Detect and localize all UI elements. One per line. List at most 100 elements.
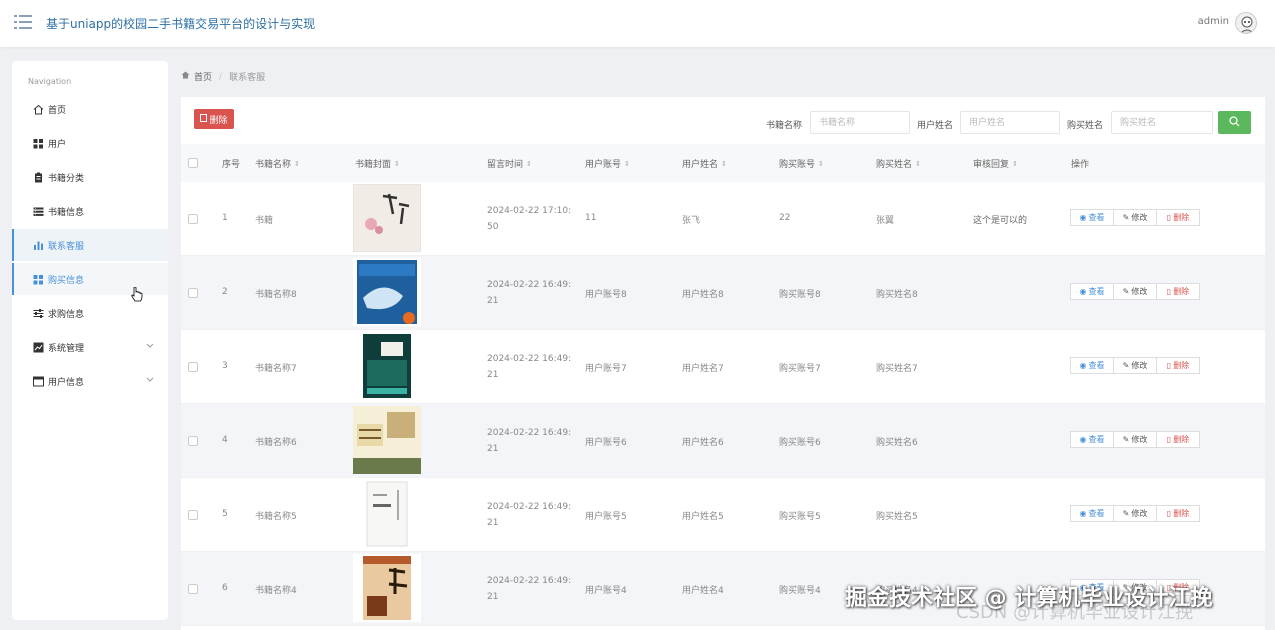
eye-icon: ◉ [1079, 287, 1087, 296]
column-header-book-cover[interactable]: 书籍封面 ⇕ [355, 157, 400, 171]
mouse-cursor-icon [131, 286, 143, 306]
column-header-book-name[interactable]: 书籍名称 ⇕ [255, 157, 300, 171]
search-button[interactable] [1218, 111, 1251, 134]
user-name-search-input[interactable] [960, 111, 1060, 134]
sort-icon: ⇕ [818, 159, 824, 168]
table-row: 5 书籍名称5 2024-02-22 16:49:21 用户账号5 用户姓名5 购买账号5… [181, 478, 1265, 552]
edit-button[interactable]: ✎ 修改 [1113, 357, 1157, 374]
eye-icon: ◉ [1079, 361, 1087, 370]
sidebar-item-home[interactable]: 首页 [12, 93, 168, 125]
sliders-icon [33, 308, 44, 319]
cell-buyer-name: 购买姓名7 [876, 364, 918, 374]
eye-icon: ◉ [1079, 435, 1087, 444]
row-checkbox[interactable] [188, 288, 198, 298]
row-checkbox[interactable] [188, 510, 198, 520]
chevron-down-icon [146, 376, 154, 386]
edit-button[interactable]: ✎ 修改 [1113, 283, 1157, 300]
column-header-buyer-name[interactable]: 购买姓名 ⇕ [876, 157, 921, 171]
cell-index: 1 [222, 213, 228, 223]
delete-button[interactable]: ▯ 删除 [1156, 431, 1200, 448]
cell-message-time: 2024-02-22 17:10:50 [487, 206, 572, 232]
column-header-review-reply[interactable]: 审核回复 ⇕ [973, 157, 1018, 171]
column-header-user-name[interactable]: 用户姓名 ⇕ [682, 157, 727, 171]
breadcrumb-home[interactable]: 首页 [194, 70, 212, 83]
delete-button[interactable]: ▯ 删除 [1156, 209, 1200, 226]
book-cover-image [353, 332, 421, 400]
book-cover-image [353, 406, 421, 474]
edit-icon: ✎ [1122, 435, 1130, 444]
cell-book-name: 书籍名称5 [255, 512, 297, 522]
nav-title: Navigation [28, 77, 72, 86]
edit-button[interactable]: ✎ 修改 [1113, 209, 1157, 226]
row-actions: ◉ 查看 ✎ 修改 ▯ 删除 [1070, 431, 1200, 448]
edit-icon: ✎ [1122, 509, 1130, 518]
sidebar-item-contact-service[interactable]: 联系客服 [12, 229, 168, 261]
cell-message-time: 2024-02-22 16:49:21 [487, 576, 572, 602]
buyer-name-search-input[interactable] [1111, 111, 1213, 134]
cell-user-account: 用户账号5 [585, 512, 627, 522]
table-row: 4 书籍名称6 2024-02-22 16:49:21 用户账号6 用户姓名6 购买账号6… [181, 404, 1265, 478]
sidebar-item-label: 用户信息 [48, 377, 85, 388]
edit-button[interactable]: ✎ 修改 [1113, 431, 1157, 448]
sidebar-item-system-management[interactable]: 系统管理 [12, 331, 168, 363]
view-button[interactable]: ◉ 查看 [1070, 431, 1114, 448]
cell-user-name: 用户姓名6 [682, 438, 724, 448]
sidebar-item-book-info[interactable]: 书籍信息 [12, 195, 168, 227]
view-button[interactable]: ◉ 查看 [1070, 283, 1114, 300]
sort-icon: ⇕ [624, 159, 630, 168]
grid-icon [33, 138, 44, 149]
cell-user-name: 用户姓名7 [682, 364, 724, 374]
sidebar-item-label: 购买信息 [48, 275, 85, 286]
edit-icon: ✎ [1122, 361, 1130, 370]
cell-index: 4 [222, 435, 228, 445]
grid-icon [33, 274, 44, 285]
home-icon [33, 104, 44, 115]
book-cover-image [353, 480, 421, 548]
main-panel: 删除 书籍名称 用户姓名 购买姓名 序号 书籍名称⇕ 书籍封面⇕ 留言时间⇕ 用… [181, 97, 1265, 630]
menu-toggle-icon[interactable] [14, 14, 32, 30]
sidebar-item-users[interactable]: 用户 [12, 127, 168, 159]
trash-icon: ▯ [1166, 361, 1172, 370]
delete-button[interactable]: ▯ 删除 [1156, 357, 1200, 374]
trash-icon: ▯ [1166, 435, 1172, 444]
batch-delete-button[interactable]: 删除 [194, 109, 234, 129]
table-row: 1 书籍 2024-02-22 17:10:50 11 张飞 22 张翼 这个是可以的 ◉ 查看 ✎… [181, 182, 1265, 256]
cell-index: 3 [222, 361, 228, 371]
trash-icon: ▯ [1166, 213, 1172, 222]
cell-buyer-account: 购买账号5 [779, 512, 821, 522]
select-all-checkbox[interactable] [188, 158, 198, 168]
cell-index: 2 [222, 287, 228, 297]
column-header-buyer-account[interactable]: 购买账号 ⇕ [779, 157, 824, 171]
view-button[interactable]: ◉ 查看 [1070, 357, 1114, 374]
book-cover-image [353, 554, 421, 622]
cell-buyer-name: 购买姓名8 [876, 290, 918, 300]
view-button[interactable]: ◉ 查看 [1070, 505, 1114, 522]
delete-button[interactable]: ▯ 删除 [1156, 505, 1200, 522]
user-name[interactable]: admin [1198, 16, 1229, 27]
sidebar-item-purchase-info[interactable]: 购买信息 [12, 263, 168, 295]
row-checkbox[interactable] [188, 584, 198, 594]
row-checkbox[interactable] [188, 214, 198, 224]
row-checkbox[interactable] [188, 436, 198, 446]
view-button[interactable]: ◉ 查看 [1070, 209, 1114, 226]
cell-user-account: 用户账号6 [585, 438, 627, 448]
row-checkbox[interactable] [188, 362, 198, 372]
cell-book-name: 书籍 [255, 216, 274, 226]
breadcrumb-separator: / [219, 71, 223, 82]
cell-buyer-name: 张翼 [876, 216, 895, 226]
row-actions: ◉ 查看 ✎ 修改 ▯ 删除 [1070, 357, 1200, 374]
sidebar-item-wanted-info[interactable]: 求购信息 [12, 297, 168, 329]
row-actions: ◉ 查看 ✎ 修改 ▯ 删除 [1070, 505, 1200, 522]
delete-label: 删除 [209, 115, 228, 126]
table-header: 序号 书籍名称 ⇕ 书籍封面 ⇕ 留言时间 ⇕ 用户账号 ⇕ 用户姓名 ⇕ 购买账号 ⇕ 购… [181, 144, 1265, 182]
column-header-message-time[interactable]: 留言时间 ⇕ [487, 157, 532, 171]
sidebar-item-user-info[interactable]: 用户信息 [12, 365, 168, 397]
delete-button[interactable]: ▯ 删除 [1156, 283, 1200, 300]
edit-button[interactable]: ✎ 修改 [1113, 505, 1157, 522]
book-name-search-input[interactable] [810, 111, 910, 134]
column-header-user-account[interactable]: 用户账号 ⇕ [585, 157, 630, 171]
sidebar-item-book-category[interactable]: 书籍分类 [12, 161, 168, 193]
avatar[interactable] [1235, 12, 1257, 34]
cell-buyer-account: 购买账号7 [779, 364, 821, 374]
cell-buyer-account: 购买账号6 [779, 438, 821, 448]
